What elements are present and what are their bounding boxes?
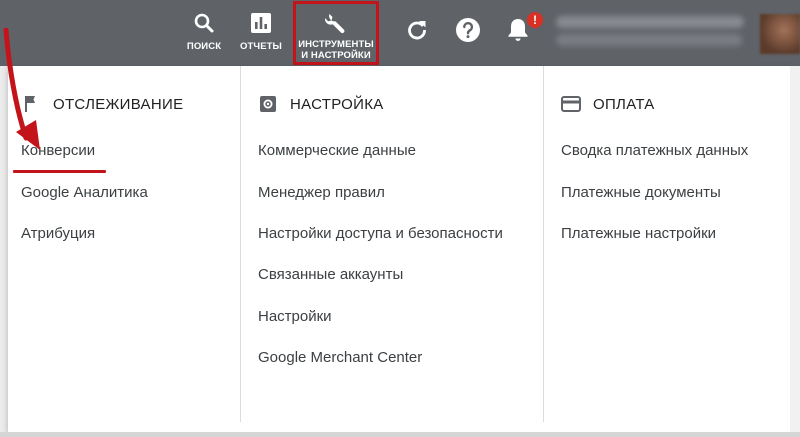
reports-label: ОТЧЕТЫ bbox=[240, 41, 282, 52]
billing-title: ОПЛАТА bbox=[593, 95, 655, 113]
setup-title: НАСТРОЙКА bbox=[290, 95, 384, 113]
menu-item-settings[interactable]: Настройки bbox=[258, 308, 332, 325]
tracking-header: ОТСЛЕЖИВАНИЕ bbox=[21, 94, 183, 114]
page-background-strip bbox=[0, 432, 800, 437]
tools-and-settings-button[interactable]: ИНСТРУМЕНТЫ И НАСТРОЙКИ bbox=[293, 1, 379, 65]
top-toolbar: ПОИСК ОТЧЕТЫ ИНСТРУМЕНТЫ И НАСТРОЙКИ ! bbox=[0, 0, 800, 66]
wrench-icon bbox=[323, 10, 349, 36]
menu-item-linked-accounts[interactable]: Связанные аккаунты bbox=[258, 266, 403, 283]
account-name-blurred bbox=[556, 16, 744, 28]
flag-icon bbox=[21, 94, 41, 114]
menu-item-rules-manager[interactable]: Менеджер правил bbox=[258, 184, 385, 201]
billing-header: ОПЛАТА bbox=[561, 94, 655, 114]
search-button[interactable]: ПОИСК bbox=[184, 0, 224, 66]
search-icon bbox=[191, 10, 217, 36]
account-email-blurred bbox=[556, 34, 742, 46]
refresh-button[interactable] bbox=[403, 18, 431, 46]
setup-column: НАСТРОЙКА Коммерческие данные Менеджер п… bbox=[240, 66, 543, 422]
tracking-title: ОТСЛЕЖИВАНИЕ bbox=[53, 95, 184, 113]
menu-item-billing-documents[interactable]: Платежные документы bbox=[561, 184, 721, 201]
menu-item-billing-settings[interactable]: Платежные настройки bbox=[561, 225, 716, 242]
tools-dropdown-panel: ОТСЛЕЖИВАНИЕ Конверсии Google Аналитика … bbox=[8, 66, 790, 432]
billing-column: ОПЛАТА Сводка платежных данных Платежные… bbox=[543, 66, 790, 422]
tools-label-line2: И НАСТРОЙКИ bbox=[301, 50, 371, 61]
help-button[interactable] bbox=[454, 17, 482, 48]
help-icon bbox=[455, 17, 481, 48]
settings-icon bbox=[258, 94, 278, 114]
reports-button[interactable]: ОТЧЕТЫ bbox=[238, 0, 284, 66]
credit-card-icon bbox=[561, 94, 581, 114]
tracking-column: ОТСЛЕЖИВАНИЕ Конверсии Google Аналитика … bbox=[8, 66, 240, 422]
menu-item-conversions[interactable]: Конверсии bbox=[21, 142, 95, 159]
search-label: ПОИСК bbox=[186, 41, 222, 52]
menu-item-attribution[interactable]: Атрибуция bbox=[21, 225, 95, 242]
tools-label-line1: ИНСТРУМЕНТЫ bbox=[298, 39, 374, 50]
avatar[interactable] bbox=[760, 14, 800, 54]
menu-item-google-merchant-center[interactable]: Google Merchant Center bbox=[258, 349, 422, 366]
refresh-icon bbox=[405, 18, 429, 47]
highlight-underline bbox=[13, 170, 106, 173]
menu-item-google-analytics[interactable]: Google Аналитика bbox=[21, 184, 148, 201]
menu-item-billing-summary[interactable]: Сводка платежных данных bbox=[561, 142, 748, 159]
page-scrollbar[interactable] bbox=[790, 66, 800, 432]
account-info[interactable] bbox=[556, 14, 746, 50]
menu-item-business-data[interactable]: Коммерческие данные bbox=[258, 142, 416, 159]
setup-header: НАСТРОЙКА bbox=[258, 94, 384, 114]
bar-chart-icon bbox=[248, 10, 274, 36]
notification-badge: ! bbox=[526, 11, 544, 29]
menu-item-access-and-security[interactable]: Настройки доступа и безопасности bbox=[258, 225, 503, 242]
